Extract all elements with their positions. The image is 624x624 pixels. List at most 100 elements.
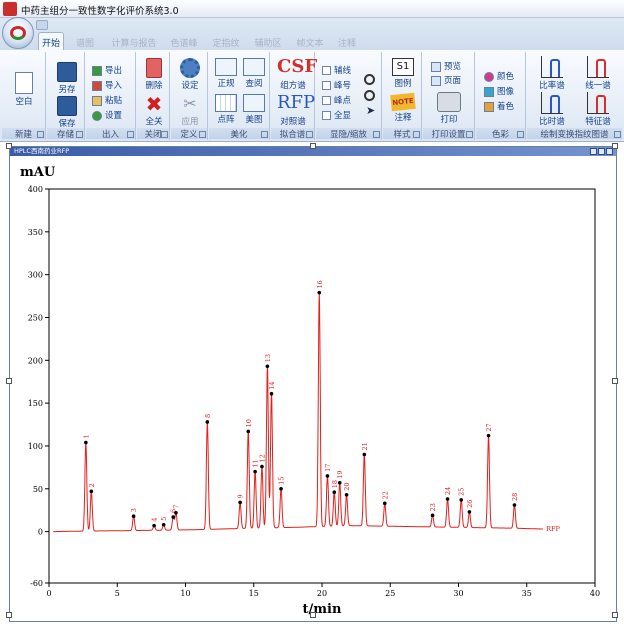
- group-launcher-style[interactable]: [413, 131, 420, 138]
- resize-handle-bl[interactable]: [6, 612, 12, 618]
- legend-button[interactable]: S1 图例: [389, 58, 417, 89]
- zoom-out-icon[interactable]: [364, 90, 375, 101]
- y-tick-label: 350: [28, 228, 43, 237]
- group-launcher-define[interactable]: [199, 131, 206, 138]
- dot-matrix-label: 点阵: [217, 115, 235, 125]
- import-button[interactable]: 导入: [92, 79, 122, 92]
- group-label-hide-zoom: 显隐/缩放: [316, 128, 381, 140]
- colorize-button[interactable]: 着色: [484, 100, 514, 113]
- tab-fingerprint[interactable]: 定指纹: [210, 33, 242, 50]
- group-launcher-close[interactable]: [161, 131, 168, 138]
- pointer-icon[interactable]: ➤: [366, 104, 375, 117]
- close-button[interactable]: [606, 148, 613, 155]
- blank-button[interactable]: 空白: [10, 72, 38, 107]
- group-launcher-fit[interactable]: [306, 131, 313, 138]
- app-logo-icon: [10, 26, 26, 40]
- resize-handle-tl[interactable]: [6, 143, 12, 149]
- group-draw: 比率谱 线一谱 比时谱 特征谱 绘制变换指纹图谱: [527, 52, 622, 140]
- peak-marker: [253, 469, 257, 474]
- trash-icon: [146, 58, 162, 78]
- peak-label: 3: [130, 508, 138, 512]
- group-hide-zoom: 辅线 峰号 峰点 全显 ➤ 显隐/缩放: [316, 52, 382, 140]
- resize-handle-mr[interactable]: [612, 378, 618, 384]
- peak-point-checkbox[interactable]: [322, 96, 331, 105]
- dot-matrix-button[interactable]: 点阵: [213, 94, 239, 125]
- tab-aux[interactable]: 辅助区: [252, 33, 284, 50]
- color-button[interactable]: 颜色: [484, 70, 514, 83]
- time-spec-button[interactable]: 比时谱: [535, 92, 569, 127]
- tab-frame-text[interactable]: 帧文本: [294, 33, 326, 50]
- full-view-checkbox[interactable]: [322, 111, 331, 120]
- peak-point-toggle[interactable]: 峰点: [322, 94, 351, 107]
- peak-no-label: 峰号: [334, 81, 352, 91]
- peak-marker: [512, 503, 517, 507]
- resize-handle-br[interactable]: [612, 612, 618, 618]
- close-all-button[interactable]: ✖ 全关: [141, 94, 167, 127]
- peak-no-toggle[interactable]: 峰号: [322, 79, 351, 92]
- time-spec-label: 比时谱: [539, 117, 565, 127]
- peak-label: 18: [331, 480, 339, 488]
- peak-no-checkbox[interactable]: [322, 81, 331, 90]
- export-button[interactable]: 导出: [92, 64, 122, 77]
- resize-handle-ml[interactable]: [6, 378, 12, 384]
- group-launcher-new[interactable]: [37, 131, 44, 138]
- pattern-button[interactable]: 图像: [484, 85, 514, 98]
- delete-label: 删除: [145, 81, 163, 91]
- feature-spec-label: 特征谱: [585, 117, 611, 127]
- ratio-spec-button[interactable]: 比率谱: [535, 56, 569, 91]
- normalize-button[interactable]: 正规: [213, 58, 239, 89]
- group-launcher-io[interactable]: [127, 131, 134, 138]
- feature-spec-button[interactable]: 特征谱: [581, 92, 615, 127]
- minimize-button[interactable]: [590, 148, 597, 155]
- zoom-in-icon[interactable]: [364, 74, 375, 85]
- tab-peaks[interactable]: 色谱峰: [168, 33, 200, 50]
- beautify-img-button[interactable]: 美图: [241, 94, 267, 125]
- peak-marker: [486, 433, 491, 438]
- quick-access-icon[interactable]: [36, 20, 48, 30]
- apply-button[interactable]: ✂ 应用: [177, 94, 203, 127]
- tab-calc-report[interactable]: 计算与报告: [110, 33, 158, 50]
- ratio-spec-label: 比率谱: [539, 81, 565, 91]
- peak-point-label: 峰点: [334, 96, 352, 106]
- resize-handle-bm[interactable]: [310, 612, 316, 618]
- group-launcher-color[interactable]: [517, 131, 524, 138]
- define-set-button[interactable]: 设定: [177, 58, 203, 91]
- x-tick-label: 0: [46, 589, 51, 598]
- review-button[interactable]: 查阅: [241, 58, 267, 89]
- series-end-label: RFP: [546, 525, 560, 533]
- page-button[interactable]: 页面: [431, 74, 461, 87]
- group-launcher-beautify[interactable]: [261, 131, 268, 138]
- chart-window[interactable]: HPLC西南药业RFP -60 0 50 100 150 200 250 300 350 400 0…: [9, 146, 617, 622]
- assist-line-checkbox[interactable]: [322, 66, 331, 75]
- group-launcher-draw[interactable]: [614, 131, 621, 138]
- tab-notes[interactable]: 注释: [336, 33, 358, 50]
- annotate-button[interactable]: NOTE 注释: [389, 92, 417, 123]
- print-button[interactable]: 打印: [435, 92, 463, 125]
- save-button[interactable]: 保存: [55, 96, 79, 129]
- full-view-toggle[interactable]: 全显: [322, 109, 351, 122]
- paste-button[interactable]: 粘贴: [92, 94, 122, 107]
- export-icon: [92, 65, 102, 76]
- io-settings-button[interactable]: 设置: [92, 109, 122, 122]
- csf-button[interactable]: CSF 组方谱: [277, 56, 317, 91]
- tab-spectrum[interactable]: 谱图: [74, 33, 96, 50]
- assist-line-toggle[interactable]: 辅线: [322, 64, 351, 77]
- save-as-button[interactable]: 另存: [55, 62, 79, 95]
- delete-button[interactable]: 删除: [141, 58, 167, 91]
- resize-handle-tm[interactable]: [310, 143, 316, 149]
- peak-marker: [205, 420, 210, 424]
- linear-spec-button[interactable]: 线一谱: [581, 56, 615, 91]
- preview-button[interactable]: 预览: [431, 60, 461, 73]
- maximize-button[interactable]: [598, 148, 605, 155]
- group-launcher-print[interactable]: [466, 131, 473, 138]
- tab-start[interactable]: 开始: [38, 32, 64, 51]
- rfp-button[interactable]: RFP 对照谱: [277, 92, 315, 127]
- page-label: 页面: [444, 76, 462, 86]
- normalize-label: 正规: [217, 79, 235, 89]
- group-launcher-store[interactable]: [76, 131, 83, 138]
- peak-marker: [325, 474, 330, 478]
- peak-marker: [467, 510, 472, 514]
- resize-handle-tr[interactable]: [612, 143, 618, 149]
- app-menu-button[interactable]: [2, 17, 34, 49]
- group-launcher-hide-zoom[interactable]: [373, 131, 380, 138]
